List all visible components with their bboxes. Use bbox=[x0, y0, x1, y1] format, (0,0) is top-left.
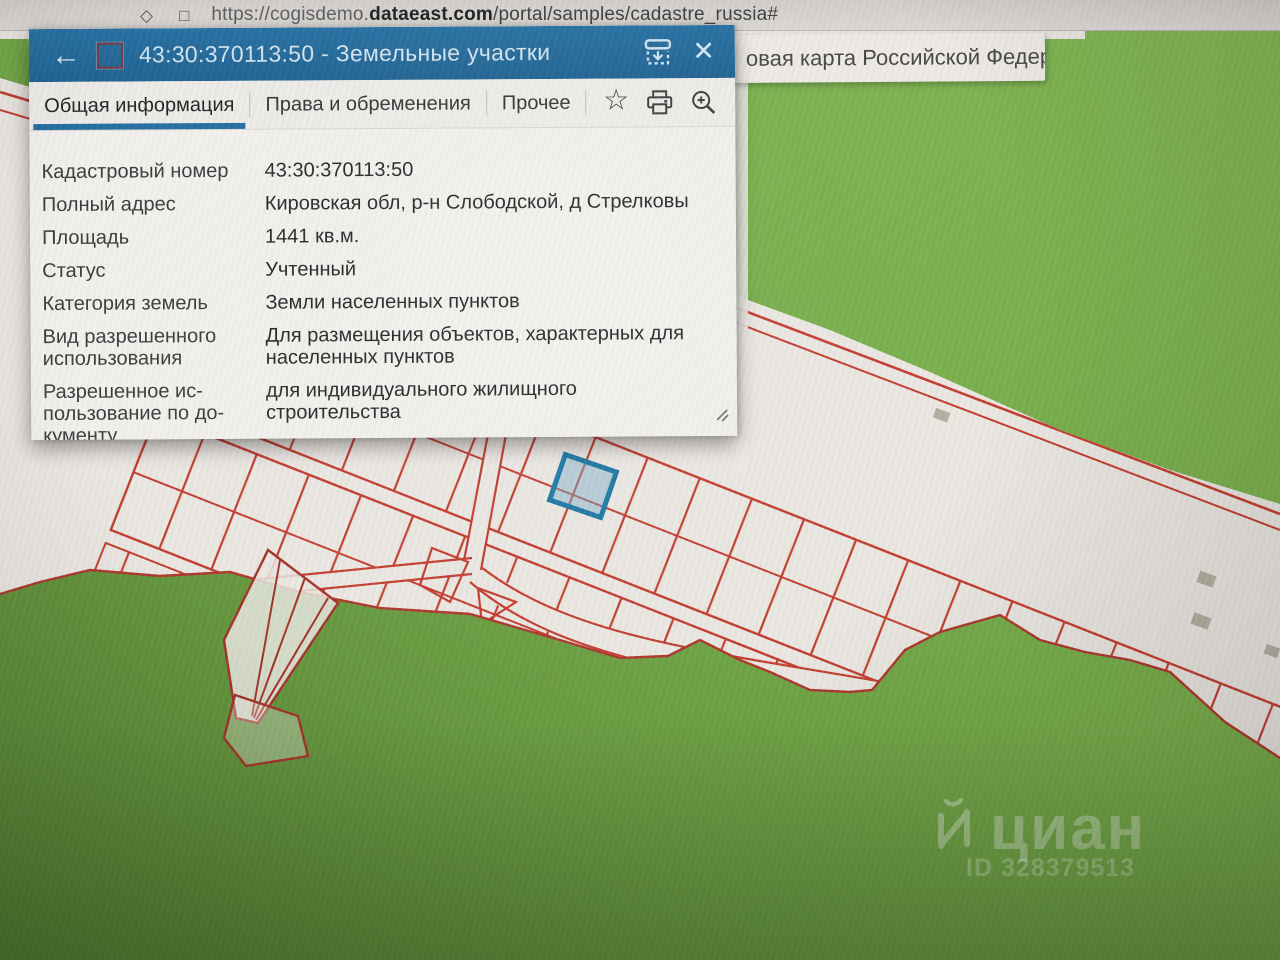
share-icon[interactable]: ◇ bbox=[140, 7, 153, 30]
field-value: Кировская обл, р-н Слободской, д Стрелко… bbox=[264, 190, 689, 215]
tab-rights-encumbrances[interactable]: Права и обременения bbox=[250, 79, 486, 128]
field-value: для индивидуального жилищного строительс… bbox=[265, 377, 577, 424]
field-label: Статус bbox=[42, 259, 106, 283]
back-icon[interactable]: ← bbox=[51, 38, 81, 71]
tab-separator bbox=[585, 89, 587, 116]
field-label: Полный адрес bbox=[41, 193, 176, 217]
watermark-id: ID 328379513 bbox=[966, 854, 1135, 882]
url-domain: dataeast.com bbox=[369, 4, 493, 25]
map-title-banner: овая карта Российской Федерации bbox=[699, 32, 1046, 84]
dock-panel-icon[interactable] bbox=[642, 38, 674, 66]
tab-other[interactable]: Прочее bbox=[487, 79, 586, 128]
attribute-list: Кадастровый номер 43:30:370113:50 Полный… bbox=[29, 127, 737, 440]
field-row: Вид разрешенного использования Для разме… bbox=[43, 322, 725, 370]
field-row: Кадастровый номер 43:30:370113:50 bbox=[42, 157, 724, 183]
field-value: Земли населенных пунктов bbox=[265, 290, 520, 314]
field-label: Категория земель bbox=[42, 292, 208, 316]
print-icon[interactable] bbox=[646, 89, 673, 115]
url-prefix: https://cogisdemo. bbox=[211, 4, 370, 25]
tab-general-info[interactable]: Общая информация bbox=[29, 81, 250, 130]
field-value: 1441 кв.м. bbox=[264, 225, 360, 248]
field-value: Учтенный bbox=[265, 258, 357, 281]
extension-icon[interactable]: □ bbox=[179, 7, 189, 30]
map-title-text: овая карта Российской Федерации bbox=[745, 43, 1046, 71]
watermark-brand: циан bbox=[990, 794, 1146, 863]
field-row: Статус Учтенный bbox=[42, 256, 724, 282]
tab-bar: Общая информация Права и обременения Про… bbox=[29, 77, 736, 132]
tab-tools: ☆ bbox=[603, 84, 717, 117]
field-row: Разрешенное ис- пользование по до- кумен… bbox=[43, 377, 725, 440]
url-path: /portal/samples/cadastre_russia# bbox=[493, 4, 779, 25]
layer-swatch-checkbox[interactable] bbox=[96, 42, 123, 69]
field-row: Категория земель Земли населенных пункто… bbox=[42, 289, 724, 315]
field-label: Разрешенное ис- пользование по до- кумен… bbox=[42, 380, 225, 441]
screenshot-photo: циан ID 328379513 ◇ □ https://cogisdemo.… bbox=[0, 0, 1280, 960]
field-label: Кадастровый номер bbox=[41, 159, 229, 184]
field-value: Для размещения объектов, характерных для… bbox=[265, 322, 685, 369]
field-label: Площадь bbox=[41, 226, 130, 250]
close-icon[interactable]: ✕ bbox=[692, 36, 715, 66]
favorite-star-icon[interactable]: ☆ bbox=[603, 84, 629, 116]
field-label: Вид разрешенного использования bbox=[42, 325, 217, 371]
zoom-to-feature-icon[interactable] bbox=[690, 88, 717, 115]
field-value: 43:30:370113:50 bbox=[264, 158, 414, 182]
field-row: Полный адрес Кировская обл, р-н Слободск… bbox=[42, 190, 724, 216]
panel-header: ← 43:30:370113:50 - Земельные участки ✕ bbox=[28, 24, 736, 83]
panel-title: 43:30:370113:50 - Земельные участки bbox=[138, 38, 551, 68]
field-row: Площадь 1441 кв.м. bbox=[42, 223, 724, 249]
parcel-info-panel: ← 43:30:370113:50 - Земельные участки ✕ … bbox=[28, 24, 738, 441]
panel-resize-handle[interactable] bbox=[714, 407, 729, 427]
